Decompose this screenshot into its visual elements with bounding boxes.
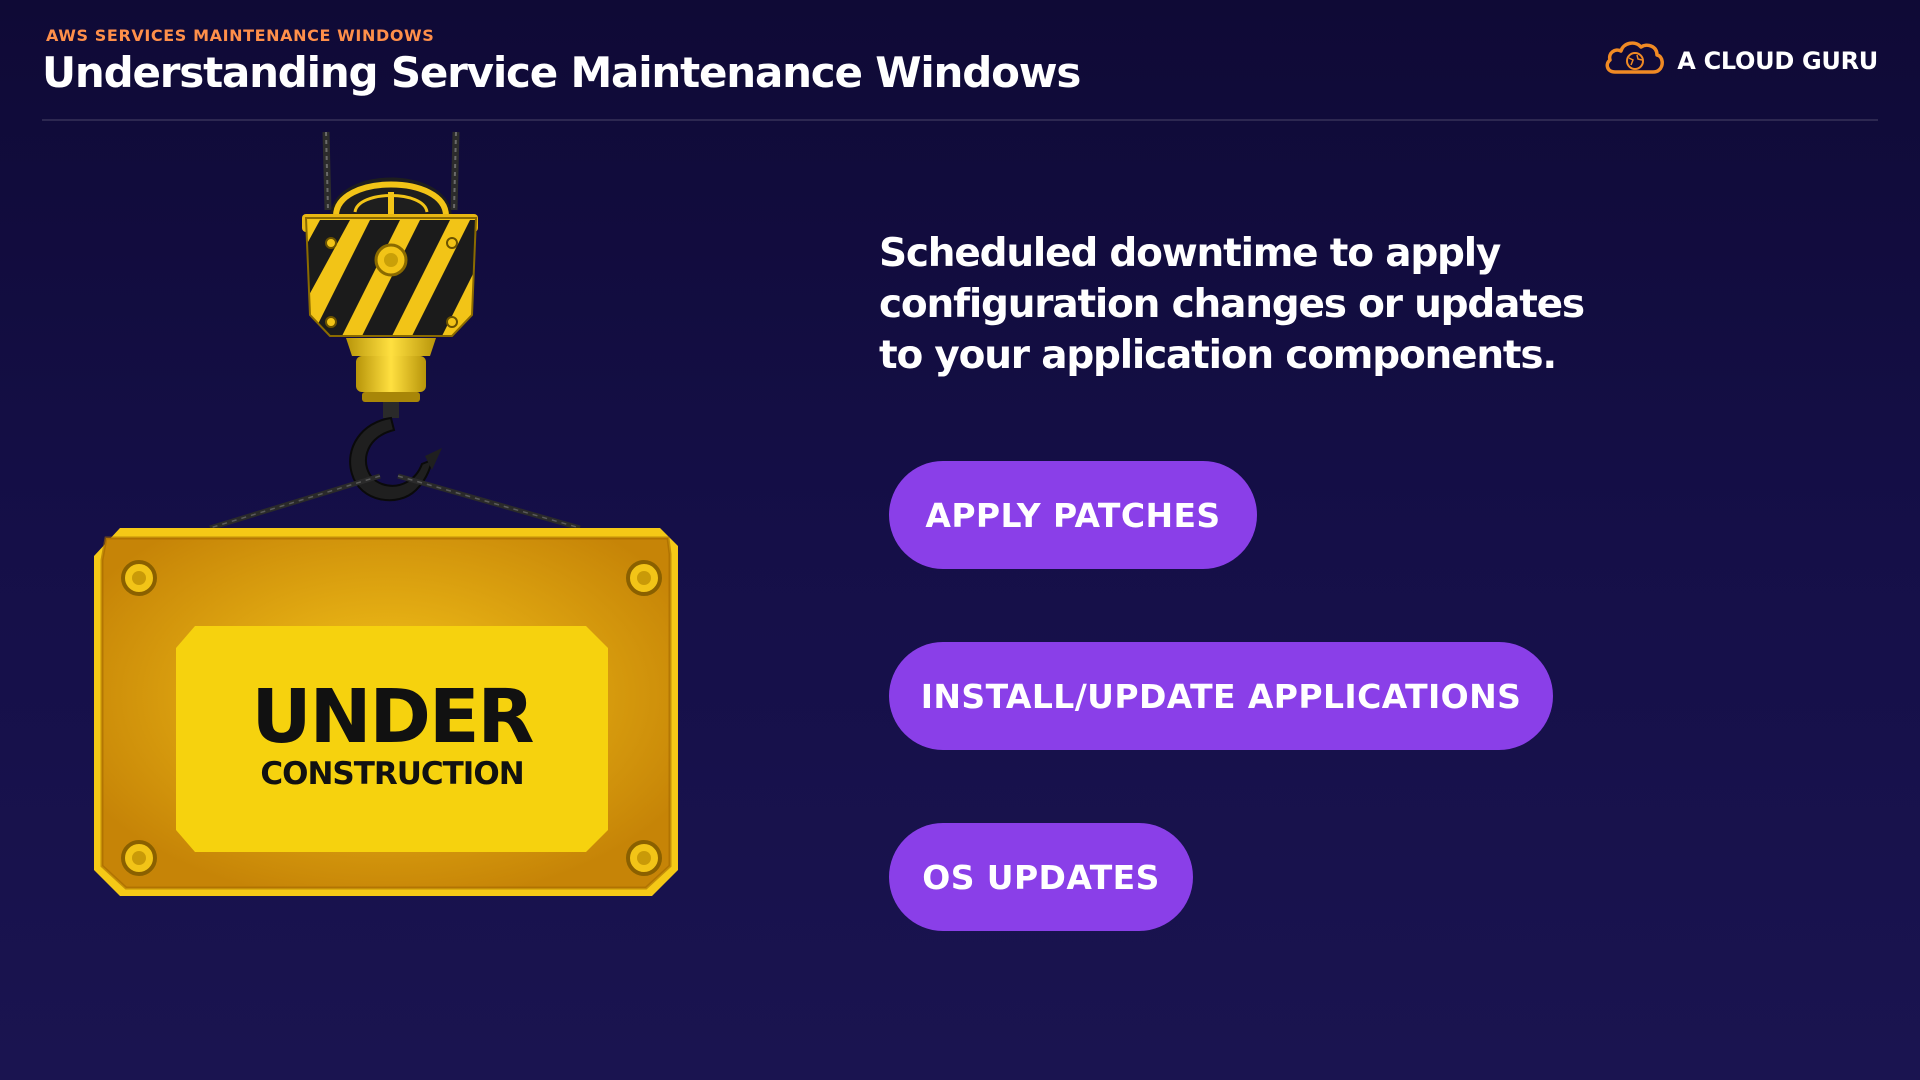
eyebrow-label: AWS SERVICES MAINTENANCE WINDOWS	[46, 26, 435, 45]
description-text: Scheduled downtime to apply configuratio…	[879, 231, 1585, 378]
os-updates-pill: OS UPDATES	[889, 823, 1193, 931]
sign-line-1: UNDER	[252, 674, 534, 760]
crane-hook-icon: UNDER CONSTRUCTION	[94, 131, 678, 896]
pill-label: OS UPDATES	[922, 857, 1160, 897]
brand-name: A CLOUD GURU	[1677, 46, 1878, 75]
apply-patches-pill: APPLY PATCHES	[889, 461, 1257, 569]
install-update-applications-pill: INSTALL/UPDATE APPLICATIONS	[889, 642, 1553, 750]
under-construction-illustration: UNDER CONSTRUCTION	[80, 130, 700, 960]
header-divider	[42, 119, 1878, 121]
pill-label: INSTALL/UPDATE APPLICATIONS	[920, 676, 1522, 716]
sign-line-2: CONSTRUCTION	[260, 756, 523, 792]
cloud-icon	[1603, 38, 1665, 83]
brand-logo: A CLOUD GURU	[1603, 38, 1878, 83]
pill-label: APPLY PATCHES	[925, 495, 1221, 535]
page-title: Understanding Service Maintenance Window…	[42, 48, 1081, 97]
